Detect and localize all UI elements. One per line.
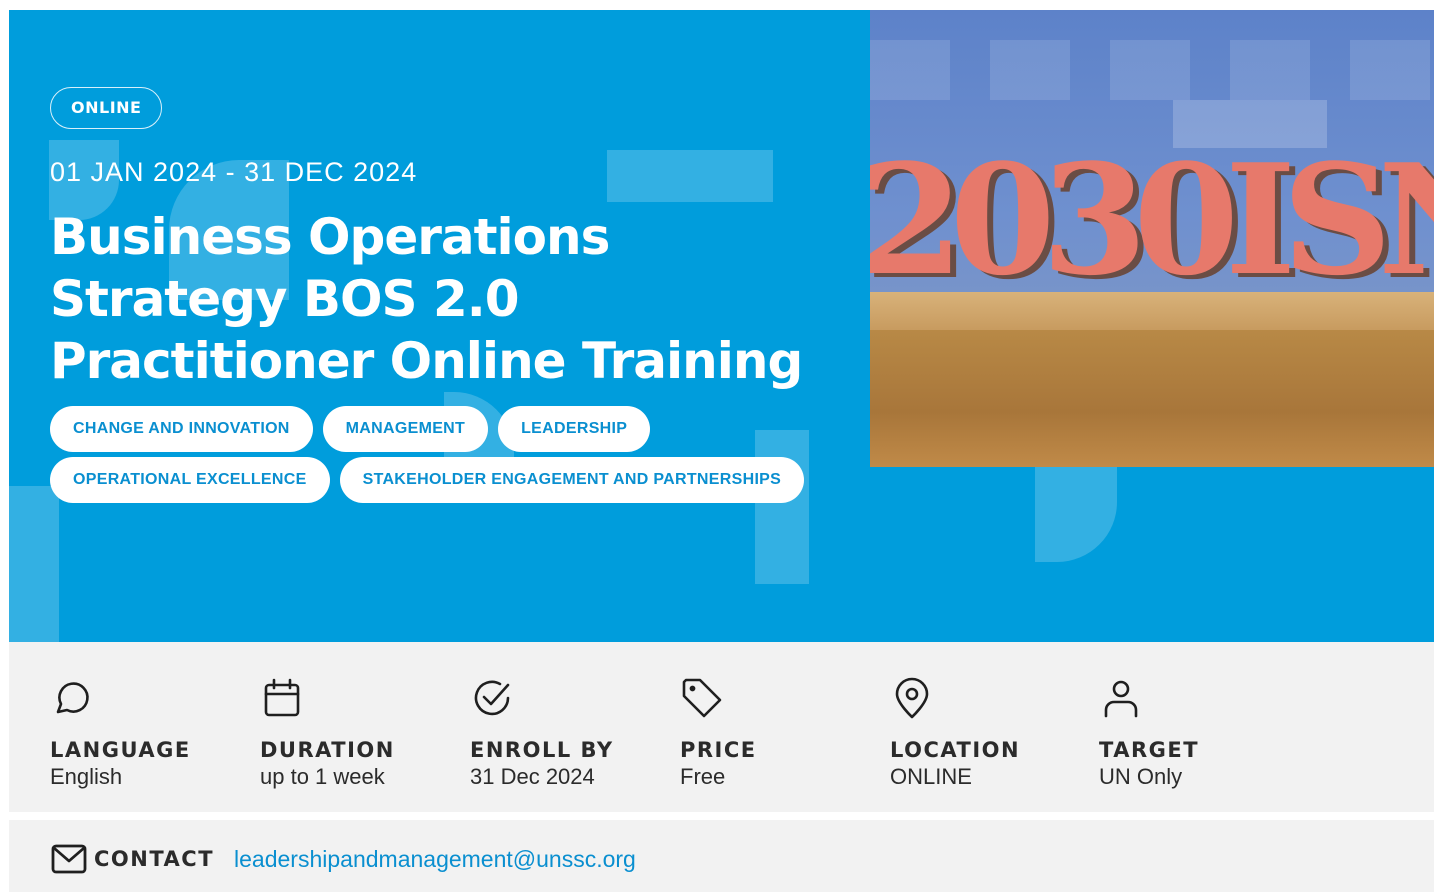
info-value: ONLINE	[890, 764, 972, 789]
topic-tag-leadership[interactable]: LEADERSHIP	[498, 406, 651, 452]
course-info-bar: LANGUAGE English DURATION up to 1 week E…	[9, 642, 1434, 816]
photo-shelf-front	[870, 330, 1434, 467]
photo-sign-letters: 2030ISNO	[870, 130, 1434, 309]
info-label: LANGUAGE	[50, 738, 191, 762]
info-value: English	[50, 764, 123, 789]
info-value: UN Only	[1099, 764, 1183, 789]
info-language: LANGUAGE English	[50, 676, 250, 790]
info-label: LOCATION	[890, 738, 1021, 762]
contact-row: CONTACT leadershipandmanagement@unssc.or…	[50, 842, 636, 876]
calendar-icon	[264, 678, 300, 717]
chat-bubble-icon	[56, 682, 89, 714]
info-duration: DURATION up to 1 week	[260, 676, 460, 790]
info-label: TARGET	[1099, 738, 1200, 762]
info-value: Free	[680, 764, 726, 789]
info-enroll-by: ENROLL BY 31 Dec 2024	[470, 676, 670, 790]
topic-tags: CHANGE AND INNOVATION MANAGEMENT LEADERS…	[50, 406, 810, 503]
contact-label: CONTACT	[94, 847, 215, 871]
topic-tag-change-and-innovation[interactable]: CHANGE AND INNOVATION	[50, 406, 313, 452]
check-circle-icon	[474, 680, 510, 716]
decorative-bar-shape	[9, 486, 59, 642]
course-title-line: Practitioner Online Training	[50, 332, 803, 390]
info-value: up to 1 week	[260, 764, 385, 789]
price-tag-icon	[682, 678, 722, 718]
course-title-line: Strategy BOS 2.0	[50, 270, 520, 328]
topic-tag-management[interactable]: MANAGEMENT	[322, 406, 489, 452]
course-photo: 2030ISNO	[870, 10, 1434, 467]
topic-tag-stakeholder-engagement[interactable]: STAKEHOLDER ENGAGEMENT AND PARTNERSHIPS	[339, 457, 805, 503]
decorative-bar-shape	[1173, 100, 1327, 148]
location-pin-icon	[895, 677, 929, 719]
photo-shelf	[870, 292, 1434, 332]
photo-backdrop	[870, 40, 1434, 100]
info-label: ENROLL BY	[470, 738, 614, 762]
course-title: Business Operations Strategy BOS 2.0 Pra…	[50, 206, 830, 392]
hero-content: ONLINE 01 JAN 2024 - 31 DEC 2024 Busines…	[50, 87, 830, 503]
info-location: LOCATION ONLINE	[890, 676, 1090, 790]
info-target: TARGET UN Only	[1099, 676, 1299, 790]
info-price: PRICE Free	[680, 676, 880, 790]
delivery-badge: ONLINE	[50, 87, 163, 129]
envelope-icon	[51, 844, 87, 874]
course-hero: ONLINE 01 JAN 2024 - 31 DEC 2024 Busines…	[9, 10, 1434, 642]
user-icon	[1104, 680, 1138, 718]
info-label: PRICE	[680, 738, 757, 762]
contact-bar: CONTACT leadershipandmanagement@unssc.or…	[9, 820, 1434, 892]
course-title-line: Business Operations	[50, 208, 610, 266]
info-value: 31 Dec 2024	[470, 764, 595, 789]
course-date-range: 01 JAN 2024 - 31 DEC 2024	[50, 157, 418, 187]
contact-email-link[interactable]: leadershipandmanagement@unssc.org	[234, 846, 636, 873]
info-label: DURATION	[260, 738, 395, 762]
topic-tag-operational-excellence[interactable]: OPERATIONAL EXCELLENCE	[50, 457, 330, 503]
